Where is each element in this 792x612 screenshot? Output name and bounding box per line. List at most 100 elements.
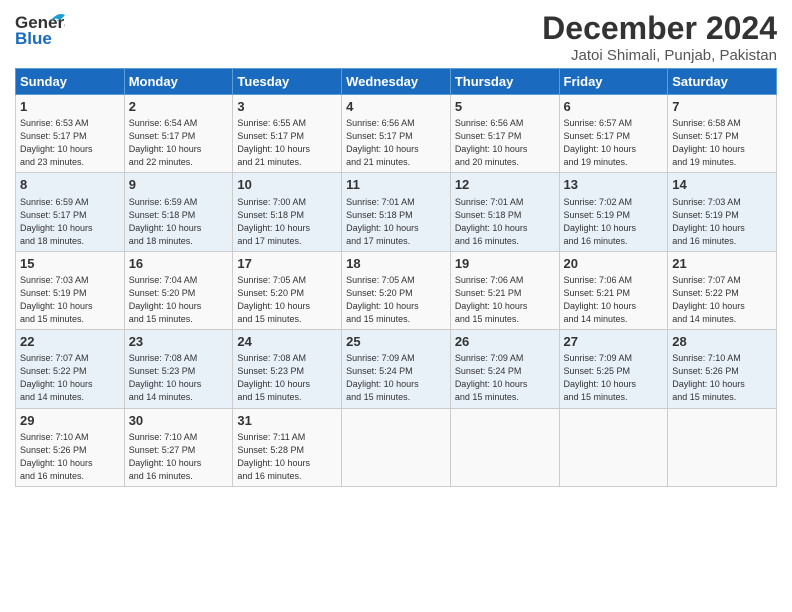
day-number: 8: [20, 176, 120, 194]
page-container: General Blue December 2024 Jatoi Shimali…: [0, 0, 792, 497]
calendar-cell: 28Sunrise: 7:10 AM Sunset: 5:26 PM Dayli…: [668, 330, 777, 408]
day-number: 29: [20, 412, 120, 430]
calendar-cell: 16Sunrise: 7:04 AM Sunset: 5:20 PM Dayli…: [124, 251, 233, 329]
day-number: 22: [20, 333, 120, 351]
calendar-cell: 19Sunrise: 7:06 AM Sunset: 5:21 PM Dayli…: [450, 251, 559, 329]
calendar-cell: 7Sunrise: 6:58 AM Sunset: 5:17 PM Daylig…: [668, 95, 777, 173]
day-number: 4: [346, 98, 446, 116]
calendar-cell: 17Sunrise: 7:05 AM Sunset: 5:20 PM Dayli…: [233, 251, 342, 329]
calendar-cell: 21Sunrise: 7:07 AM Sunset: 5:22 PM Dayli…: [668, 251, 777, 329]
svg-text:Blue: Blue: [15, 29, 52, 48]
calendar-cell: 3Sunrise: 6:55 AM Sunset: 5:17 PM Daylig…: [233, 95, 342, 173]
calendar-cell: 8 Sunrise: 6:59 AM Sunset: 5:17 PM Daylig…: [16, 173, 125, 251]
day-info: Sunrise: 6:59 AM Sunset: 5:18 PM Dayligh…: [129, 196, 229, 248]
day-number: 30: [129, 412, 229, 430]
day-info: Sunrise: 7:03 AM Sunset: 5:19 PM Dayligh…: [20, 274, 120, 326]
day-number: 25: [346, 333, 446, 351]
calendar-cell: [559, 408, 668, 486]
day-number: 13: [564, 176, 664, 194]
day-number: 14: [672, 176, 772, 194]
calendar-cell: 22Sunrise: 7:07 AM Sunset: 5:22 PM Dayli…: [16, 330, 125, 408]
day-info: Sunrise: 7:02 AM Sunset: 5:19 PM Dayligh…: [564, 196, 664, 248]
calendar-cell: [450, 408, 559, 486]
calendar-cell: 26Sunrise: 7:09 AM Sunset: 5:24 PM Dayli…: [450, 330, 559, 408]
col-thursday: Thursday: [450, 69, 559, 95]
day-info: Sunrise: 6:59 AM Sunset: 5:17 PM Dayligh…: [20, 196, 120, 248]
col-tuesday: Tuesday: [233, 69, 342, 95]
calendar-cell: 5Sunrise: 6:56 AM Sunset: 5:17 PM Daylig…: [450, 95, 559, 173]
day-info: Sunrise: 7:07 AM Sunset: 5:22 PM Dayligh…: [20, 352, 120, 404]
calendar-cell: 29Sunrise: 7:10 AM Sunset: 5:26 PM Dayli…: [16, 408, 125, 486]
week-row-1: 1Sunrise: 6:53 AM Sunset: 5:17 PM Daylig…: [16, 95, 777, 173]
calendar-cell: 4Sunrise: 6:56 AM Sunset: 5:17 PM Daylig…: [342, 95, 451, 173]
header: General Blue December 2024 Jatoi Shimali…: [15, 10, 777, 64]
calendar-cell: 2Sunrise: 6:54 AM Sunset: 5:17 PM Daylig…: [124, 95, 233, 173]
col-saturday: Saturday: [668, 69, 777, 95]
calendar-cell: 27Sunrise: 7:09 AM Sunset: 5:25 PM Dayli…: [559, 330, 668, 408]
day-info: Sunrise: 7:10 AM Sunset: 5:26 PM Dayligh…: [672, 352, 772, 404]
day-info: Sunrise: 7:08 AM Sunset: 5:23 PM Dayligh…: [129, 352, 229, 404]
day-info: Sunrise: 6:57 AM Sunset: 5:17 PM Dayligh…: [564, 117, 664, 169]
calendar-cell: 25Sunrise: 7:09 AM Sunset: 5:24 PM Dayli…: [342, 330, 451, 408]
col-sunday: Sunday: [16, 69, 125, 95]
day-info: Sunrise: 6:55 AM Sunset: 5:17 PM Dayligh…: [237, 117, 337, 169]
day-info: Sunrise: 7:06 AM Sunset: 5:21 PM Dayligh…: [564, 274, 664, 326]
day-number: 31: [237, 412, 337, 430]
day-number: 1: [20, 98, 120, 116]
col-monday: Monday: [124, 69, 233, 95]
page-title: December 2024: [542, 10, 777, 47]
calendar-cell: 20Sunrise: 7:06 AM Sunset: 5:21 PM Dayli…: [559, 251, 668, 329]
day-number: 2: [129, 98, 229, 116]
day-number: 24: [237, 333, 337, 351]
calendar-cell: 10 Sunrise: 7:00 AM Sunset: 5:18 PM Dayli…: [233, 173, 342, 251]
day-info: Sunrise: 7:09 AM Sunset: 5:25 PM Dayligh…: [564, 352, 664, 404]
week-row-5: 29Sunrise: 7:10 AM Sunset: 5:26 PM Dayli…: [16, 408, 777, 486]
week-row-2: 8 Sunrise: 6:59 AM Sunset: 5:17 PM Daylig…: [16, 173, 777, 251]
day-number: 19: [455, 255, 555, 273]
calendar-cell: 13 Sunrise: 7:02 AM Sunset: 5:19 PM Dayli…: [559, 173, 668, 251]
day-number: 28: [672, 333, 772, 351]
day-number: 5: [455, 98, 555, 116]
day-info: Sunrise: 7:01 AM Sunset: 5:18 PM Dayligh…: [346, 196, 446, 248]
day-info: Sunrise: 7:10 AM Sunset: 5:26 PM Dayligh…: [20, 431, 120, 483]
day-number: 27: [564, 333, 664, 351]
logo: General Blue: [15, 10, 65, 52]
calendar-cell: 18Sunrise: 7:05 AM Sunset: 5:20 PM Dayli…: [342, 251, 451, 329]
day-number: 15: [20, 255, 120, 273]
calendar-body: 1Sunrise: 6:53 AM Sunset: 5:17 PM Daylig…: [16, 95, 777, 487]
day-info: Sunrise: 7:00 AM Sunset: 5:18 PM Dayligh…: [237, 196, 337, 248]
day-info: Sunrise: 6:53 AM Sunset: 5:17 PM Dayligh…: [20, 117, 120, 169]
logo-icon: General Blue: [15, 10, 65, 52]
day-number: 10: [237, 176, 337, 194]
day-info: Sunrise: 7:09 AM Sunset: 5:24 PM Dayligh…: [346, 352, 446, 404]
calendar-cell: 11 Sunrise: 7:01 AM Sunset: 5:18 PM Dayli…: [342, 173, 451, 251]
calendar-cell: [668, 408, 777, 486]
day-number: 20: [564, 255, 664, 273]
day-info: Sunrise: 7:05 AM Sunset: 5:20 PM Dayligh…: [346, 274, 446, 326]
day-info: Sunrise: 7:08 AM Sunset: 5:23 PM Dayligh…: [237, 352, 337, 404]
week-row-4: 22Sunrise: 7:07 AM Sunset: 5:22 PM Dayli…: [16, 330, 777, 408]
day-info: Sunrise: 7:11 AM Sunset: 5:28 PM Dayligh…: [237, 431, 337, 483]
day-info: Sunrise: 7:01 AM Sunset: 5:18 PM Dayligh…: [455, 196, 555, 248]
day-info: Sunrise: 7:05 AM Sunset: 5:20 PM Dayligh…: [237, 274, 337, 326]
calendar-cell: 1Sunrise: 6:53 AM Sunset: 5:17 PM Daylig…: [16, 95, 125, 173]
calendar-cell: 14 Sunrise: 7:03 AM Sunset: 5:19 PM Dayli…: [668, 173, 777, 251]
day-info: Sunrise: 7:06 AM Sunset: 5:21 PM Dayligh…: [455, 274, 555, 326]
day-info: Sunrise: 6:54 AM Sunset: 5:17 PM Dayligh…: [129, 117, 229, 169]
page-subtitle: Jatoi Shimali, Punjab, Pakistan: [542, 47, 777, 64]
calendar-cell: 23Sunrise: 7:08 AM Sunset: 5:23 PM Dayli…: [124, 330, 233, 408]
day-number: 11: [346, 176, 446, 194]
col-friday: Friday: [559, 69, 668, 95]
calendar-table: Sunday Monday Tuesday Wednesday Thursday…: [15, 68, 777, 487]
day-info: Sunrise: 6:58 AM Sunset: 5:17 PM Dayligh…: [672, 117, 772, 169]
col-wednesday: Wednesday: [342, 69, 451, 95]
day-info: Sunrise: 6:56 AM Sunset: 5:17 PM Dayligh…: [346, 117, 446, 169]
day-number: 18: [346, 255, 446, 273]
day-info: Sunrise: 7:07 AM Sunset: 5:22 PM Dayligh…: [672, 274, 772, 326]
calendar-cell: 30Sunrise: 7:10 AM Sunset: 5:27 PM Dayli…: [124, 408, 233, 486]
calendar-cell: 15Sunrise: 7:03 AM Sunset: 5:19 PM Dayli…: [16, 251, 125, 329]
day-info: Sunrise: 7:03 AM Sunset: 5:19 PM Dayligh…: [672, 196, 772, 248]
day-number: 7: [672, 98, 772, 116]
calendar-cell: 12Sunrise: 7:01 AM Sunset: 5:18 PM Dayli…: [450, 173, 559, 251]
day-info: Sunrise: 7:10 AM Sunset: 5:27 PM Dayligh…: [129, 431, 229, 483]
